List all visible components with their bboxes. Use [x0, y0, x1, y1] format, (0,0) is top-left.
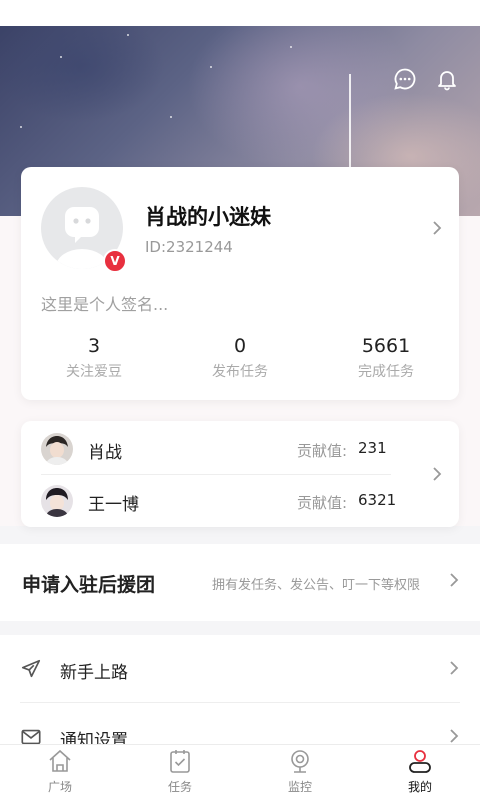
idol-name: 王一博	[88, 495, 139, 515]
stat-value: 0	[233, 335, 247, 357]
stats-row: 3 关注爱豆 0 发布任务 5661 完成任务	[21, 335, 459, 381]
profile-card[interactable]: V 肖战的小迷妹 ID:2321244 这里是个人签名... 3 关注爱豆 0 …	[21, 167, 459, 400]
message-icon[interactable]	[392, 66, 418, 92]
user-icon	[406, 747, 434, 775]
camera-icon	[286, 747, 314, 775]
settings-menu: 新手上路 通知设置	[0, 635, 480, 745]
tab-mine[interactable]: 我的	[360, 745, 480, 801]
idol-avatar	[41, 433, 73, 465]
verified-badge: V	[103, 249, 127, 273]
tab-label: 监控	[287, 780, 312, 794]
chevron-right-icon	[448, 659, 460, 681]
tab-monitor[interactable]: 监控	[240, 745, 360, 801]
contribution-label: 贡献值:	[297, 494, 348, 512]
stat-follow-idols[interactable]: 3 关注爱豆	[21, 335, 167, 381]
paper-plane-icon	[20, 658, 42, 684]
tab-label: 我的	[407, 780, 432, 794]
mail-icon	[20, 726, 42, 745]
bell-icon[interactable]	[434, 66, 460, 92]
menu-label: 新手上路	[60, 663, 128, 683]
contribution-value: 231	[358, 439, 387, 457]
tab-label: 广场	[47, 780, 72, 794]
stat-completed-tasks[interactable]: 5661 完成任务	[313, 335, 459, 381]
idol-row[interactable]: 肖战 贡献值: 231	[41, 429, 391, 469]
stat-label: 关注爱豆	[66, 364, 122, 380]
idol-name: 肖战	[88, 443, 122, 463]
bottom-tab-bar: 广场 任务 监控 我的	[0, 744, 480, 801]
chevron-right-icon[interactable]	[448, 571, 460, 593]
apply-support-group-row[interactable]: 申请入驻后援团 拥有发任务、发公告、叮一下等权限	[0, 544, 480, 621]
stat-value: 3	[87, 335, 101, 357]
task-icon	[166, 747, 194, 775]
idol-avatar	[41, 485, 73, 517]
apply-title: 申请入驻后援团	[22, 574, 156, 596]
menu-item-beginner-guide[interactable]: 新手上路	[0, 635, 480, 703]
stat-value: 5661	[361, 335, 411, 357]
tab-label: 任务	[167, 780, 192, 794]
idol-row[interactable]: 王一博 贡献值: 6321	[41, 481, 396, 521]
menu-item-notification-settings[interactable]: 通知设置	[0, 703, 480, 745]
idol-list-card[interactable]: 肖战 贡献值: 231 王一博 贡献值: 6321	[21, 421, 459, 527]
home-icon	[46, 747, 74, 775]
user-id: ID:2321244	[145, 238, 233, 256]
tab-tasks[interactable]: 任务	[120, 745, 240, 801]
apply-description: 拥有发任务、发公告、叮一下等权限	[212, 578, 421, 593]
chevron-right-icon[interactable]	[431, 219, 443, 241]
chevron-right-icon[interactable]	[431, 465, 443, 487]
stat-published-tasks[interactable]: 0 发布任务	[167, 335, 313, 381]
divider	[41, 474, 391, 475]
menu-label: 通知设置	[60, 731, 128, 745]
stat-label: 完成任务	[358, 364, 414, 380]
stat-label: 发布任务	[212, 364, 268, 380]
contribution-value: 6321	[358, 491, 397, 509]
signature-text[interactable]: 这里是个人签名...	[41, 291, 168, 315]
contribution-label: 贡献值:	[297, 442, 348, 460]
chevron-right-icon	[448, 727, 460, 745]
tab-square[interactable]: 广场	[0, 745, 120, 801]
status-bar	[0, 0, 480, 26]
username: 肖战的小迷妹	[145, 205, 271, 229]
